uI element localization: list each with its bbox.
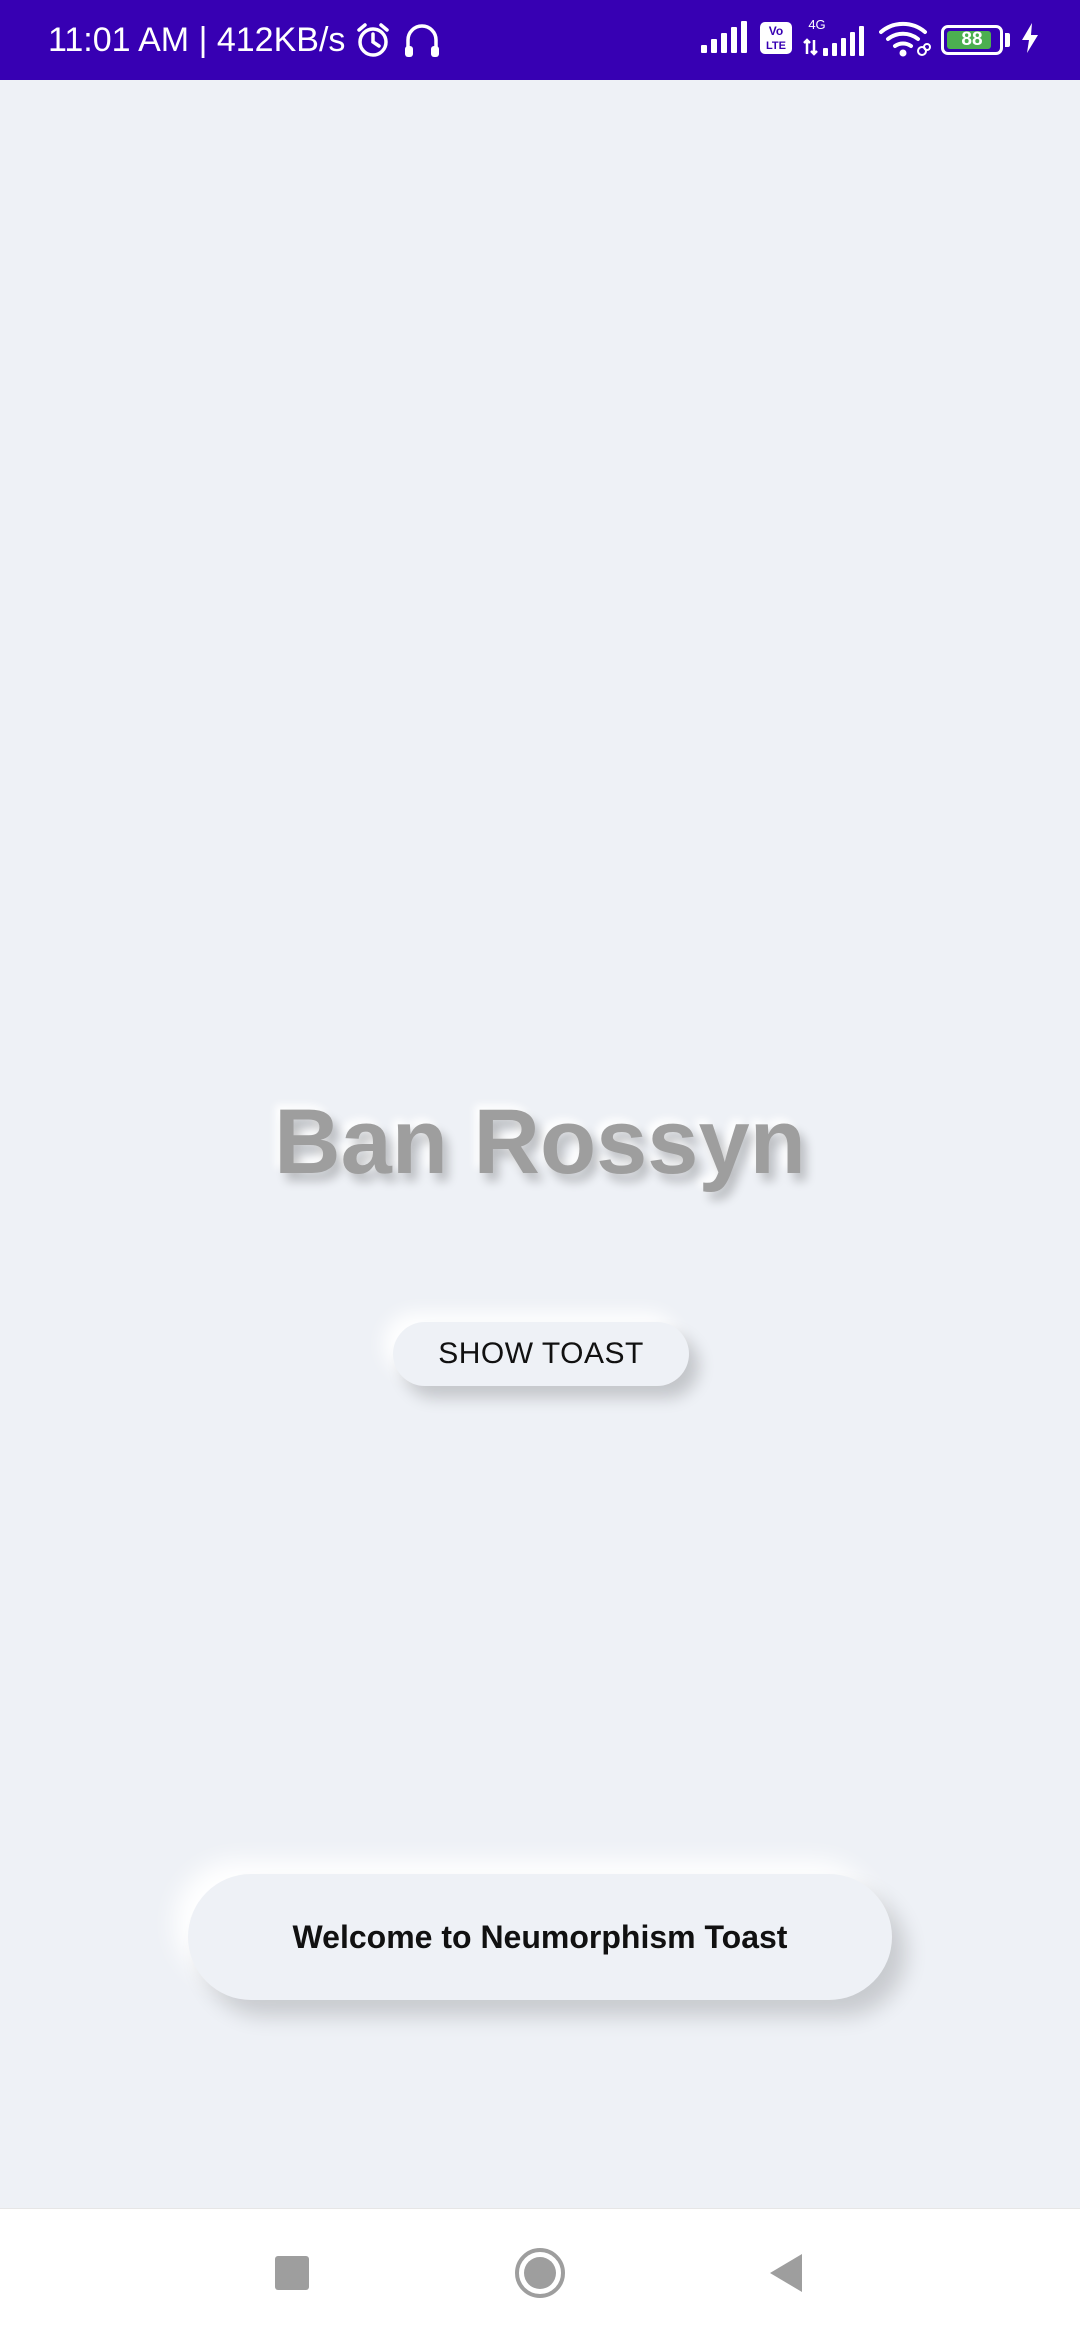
- charging-icon: [1020, 22, 1040, 59]
- app-title: Ban Rossyn: [274, 1091, 806, 1193]
- battery-indicator: 88: [941, 25, 1010, 55]
- battery-icon: 88: [941, 25, 1003, 55]
- toast-message: Welcome to Neumorphism Toast: [188, 1874, 892, 2000]
- signal-4g-icon: 4G: [803, 16, 869, 65]
- network-type-text: 4G: [808, 17, 825, 32]
- status-right: Vo LTE 4G 88: [699, 0, 1040, 80]
- back-icon: [766, 2252, 806, 2299]
- status-time-speed: 11:01 AM | 412KB/s: [48, 20, 346, 59]
- app-content: Ban Rossyn SHOW TOAST Welcome to Neumorp…: [0, 80, 1080, 2208]
- back-button[interactable]: [756, 2245, 816, 2305]
- battery-cap: [1005, 33, 1010, 47]
- recents-button[interactable]: [262, 2245, 322, 2305]
- recents-icon: [274, 2255, 310, 2296]
- headphones-icon: [401, 20, 443, 60]
- home-button[interactable]: [510, 2245, 570, 2305]
- alarm-icon: [353, 20, 393, 60]
- volte-top-text: Vo: [769, 24, 783, 38]
- status-bar: 11:01 AM | 412KB/s Vo LTE 4G 88: [0, 0, 1080, 80]
- volte-bottom-text: LTE: [766, 40, 786, 52]
- status-left: 11:01 AM | 412KB/s: [48, 0, 443, 80]
- wifi-icon: [879, 18, 931, 63]
- show-toast-button[interactable]: SHOW TOAST: [393, 1322, 689, 1386]
- home-icon: [514, 2247, 566, 2304]
- signal-icon: [699, 20, 749, 60]
- battery-level: 88: [961, 29, 983, 50]
- navigation-bar: [0, 2208, 1080, 2340]
- volte-icon: Vo LTE: [759, 21, 793, 60]
